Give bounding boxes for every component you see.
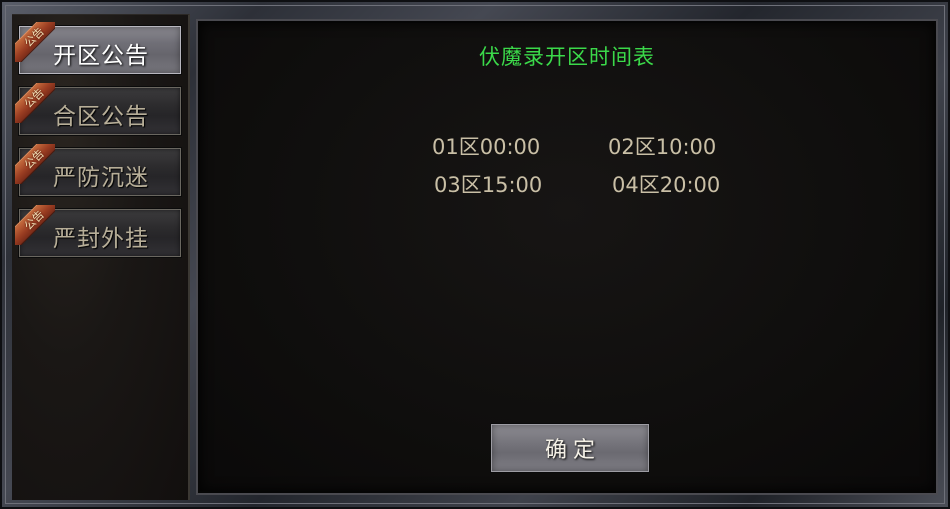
schedule-entry: 02区10:00 bbox=[608, 135, 717, 159]
badge-text: 公告 bbox=[21, 146, 47, 172]
tab-open-server-notice[interactable]: 公告 开区公告 bbox=[15, 22, 182, 75]
sidebar: 公告 开区公告 公告 合区公告 公告 严防沉迷 公告 严封外挂 bbox=[12, 14, 190, 500]
notice-ribbon-icon: 公告 bbox=[15, 83, 55, 123]
content-panel: 伏魔录开区时间表 01区00:00 02区10:00 03区15:00 04区2… bbox=[198, 21, 936, 493]
notice-ribbon-icon: 公告 bbox=[15, 22, 55, 62]
notice-ribbon-icon: 公告 bbox=[15, 205, 55, 245]
tab-label: 合区公告 bbox=[53, 104, 149, 130]
dialog-frame: 公告 开区公告 公告 合区公告 公告 严防沉迷 公告 严封外挂 伏魔录开区时间表 bbox=[0, 0, 950, 509]
tab-merge-server-notice[interactable]: 公告 合区公告 bbox=[15, 83, 182, 136]
schedule-row: 03区15:00 04区20:00 bbox=[432, 169, 752, 207]
schedule-entry: 03区15:00 bbox=[434, 173, 543, 197]
panel-title: 伏魔录开区时间表 bbox=[479, 45, 655, 69]
badge-text: 公告 bbox=[21, 24, 47, 50]
tab-label: 严防沉迷 bbox=[53, 165, 149, 191]
schedule-entry: 04区20:00 bbox=[612, 173, 721, 197]
schedule-entry: 01区00:00 bbox=[432, 135, 541, 159]
notice-ribbon-icon: 公告 bbox=[15, 144, 55, 184]
badge-text: 公告 bbox=[21, 207, 47, 233]
tab-anti-addiction[interactable]: 公告 严防沉迷 bbox=[15, 144, 182, 197]
schedule-row: 01区00:00 02区10:00 bbox=[432, 131, 752, 169]
tab-anti-cheat[interactable]: 公告 严封外挂 bbox=[15, 205, 182, 258]
badge-text: 公告 bbox=[21, 85, 47, 111]
tab-label: 开区公告 bbox=[53, 43, 149, 69]
confirm-button[interactable]: 确定 bbox=[490, 423, 650, 473]
tab-label: 严封外挂 bbox=[53, 226, 149, 252]
server-schedule: 01区00:00 02区10:00 03区15:00 04区20:00 bbox=[432, 131, 752, 207]
confirm-button-label: 确定 bbox=[544, 438, 601, 463]
